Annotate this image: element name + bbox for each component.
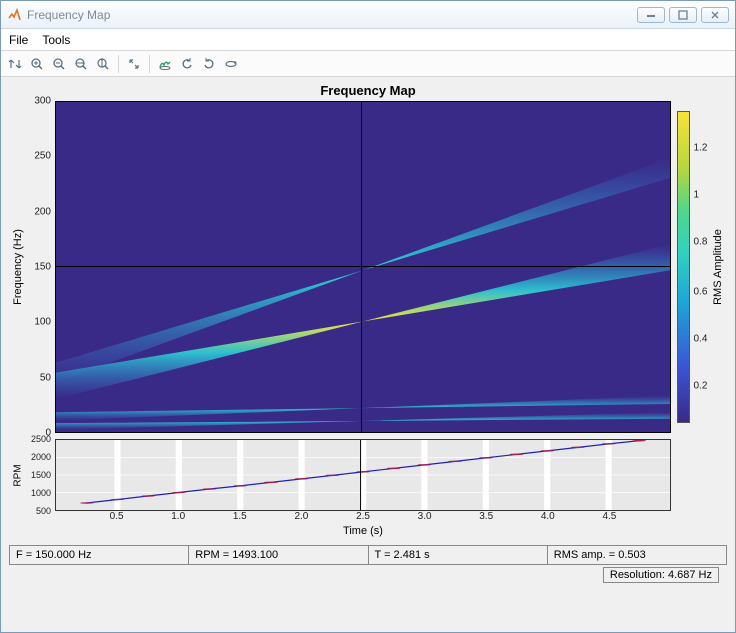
window-title: Frequency Map (27, 8, 637, 22)
waterfall-icon[interactable] (155, 54, 175, 74)
resolution-readout: Resolution: 4.687 Hz (603, 567, 719, 583)
cursor-horizontal[interactable] (56, 266, 670, 267)
collapse-icon[interactable] (124, 54, 144, 74)
minimize-button[interactable] (637, 7, 665, 23)
rpm-axes[interactable] (55, 439, 671, 511)
rotate-ccw-icon[interactable] (177, 54, 197, 74)
zoom-x-icon[interactable] (71, 54, 91, 74)
menu-file[interactable]: File (9, 33, 28, 47)
x-axis-label: Time (s) (55, 525, 671, 541)
zoom-y-icon[interactable] (93, 54, 113, 74)
figure-area: Frequency Map Frequency (Hz) 0 50 100 15… (1, 77, 735, 632)
rotate-cw-icon[interactable] (199, 54, 219, 74)
status-rpm: RPM = 1493.100 (189, 546, 368, 564)
rpm-yticks: 500 1000 1500 2000 2500 (27, 439, 55, 511)
rpm-ylabel: RPM (9, 439, 27, 511)
titlebar[interactable]: Frequency Map (1, 1, 735, 29)
status-frequency: F = 150.000 Hz (10, 546, 189, 564)
status-readout: F = 150.000 Hz RPM = 1493.100 T = 2.481 … (9, 545, 727, 565)
maximize-button[interactable] (669, 7, 697, 23)
home-view-icon[interactable] (5, 54, 25, 74)
menubar: File Tools (1, 29, 735, 51)
zoom-out-icon[interactable] (49, 54, 69, 74)
menu-tools[interactable]: Tools (42, 33, 70, 47)
app-window: Frequency Map File Tools Frequency Map F… (0, 0, 736, 633)
cursor-vertical[interactable] (361, 102, 362, 432)
y-axis-label: Frequency (Hz) (9, 101, 27, 433)
colorbar (677, 111, 690, 423)
colorbar-label: RMS Amplitude (709, 111, 727, 423)
matlab-icon (7, 8, 21, 22)
zoom-in-icon[interactable] (27, 54, 47, 74)
orbit-icon[interactable] (221, 54, 241, 74)
status-rms: RMS amp. = 0.503 (548, 546, 726, 564)
toolbar (1, 51, 735, 77)
colorbar-ticks: 0.2 0.4 0.6 0.8 1 1.2 (692, 111, 710, 423)
x-ticks: 0.5 1.0 1.5 2.0 2.5 3.0 3.5 4.0 4.5 (55, 511, 671, 525)
close-button[interactable] (701, 7, 729, 23)
y-ticks: 0 50 100 150 200 250 300 (27, 101, 55, 433)
status-time: T = 2.481 s (369, 546, 548, 564)
plot-title: Frequency Map (9, 83, 727, 101)
spectrogram-axes[interactable] (55, 101, 671, 433)
